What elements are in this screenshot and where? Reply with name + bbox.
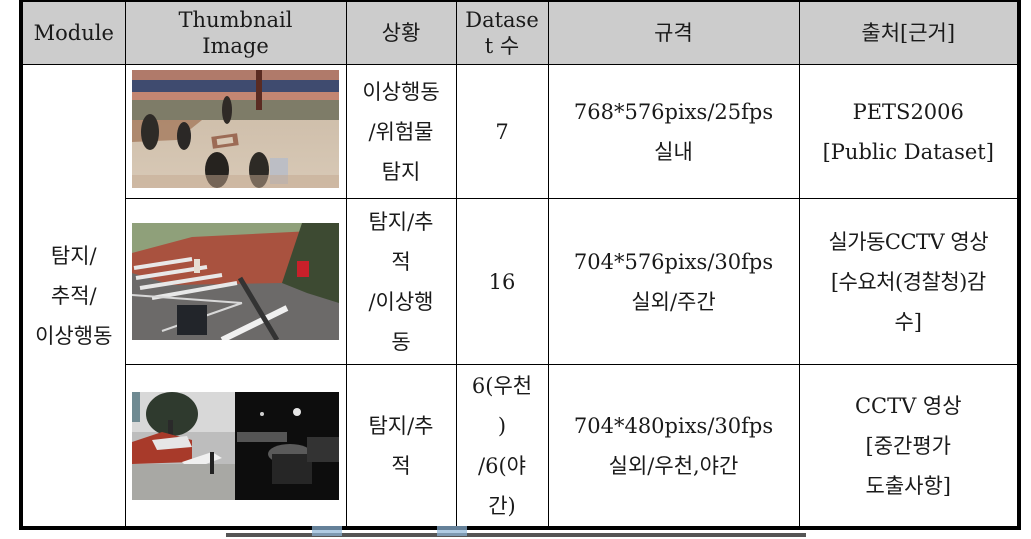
source-line: [Public Dataset] (822, 139, 994, 164)
dataset-count-line: ) (497, 413, 507, 438)
source-line: 수] (894, 309, 922, 334)
dataset-count-line: /6(야 (478, 453, 526, 478)
watermark-logo (437, 526, 467, 536)
header-module: Module (20, 0, 126, 65)
dataset-count-line: 6(우천 (471, 373, 533, 398)
source-cell: 실가동CCTV 영상 [수요처(경찰청)감 수] (798, 198, 1020, 365)
spec-line: 768*576pixs/25fps (573, 99, 774, 124)
source-cell: CCTV 영상 [중간평가 도출사항] (798, 364, 1020, 529)
dataset-count-line: 간) (488, 493, 516, 518)
situation-line: 동 (391, 329, 411, 354)
source-line: CCTV 영상 (854, 393, 962, 418)
situation-line: 탐지/추 (368, 209, 434, 234)
situation-line: 탐지 (381, 159, 421, 184)
source-line: [중간평가 (865, 433, 951, 458)
spec-line: 704*480pixs/30fps (573, 413, 774, 438)
thumbnail-cell (124, 198, 347, 365)
spec-line: 실내 (654, 139, 693, 164)
module-line-3: 이상행동 (35, 323, 113, 348)
header-dataset-line-2: t 수 (484, 34, 520, 58)
header-dataset-line-1: Datase (465, 8, 539, 32)
situation-line: 적 (391, 249, 411, 274)
thumbnail-cell (124, 64, 347, 199)
spec-line: 실외/우천,야간 (608, 453, 739, 478)
module-cell: 탐지/ 추적/ 이상행동 (20, 64, 126, 529)
header-thumbnail: Thumbnail Image (124, 0, 347, 65)
source-line: 실가동CCTV 영상 (828, 229, 989, 254)
dataset-table-container: Module Thumbnail Image 상황 Datase t 수 규격 … (19, 0, 1021, 537)
dataset-count-cell: 6(우천 ) /6(야 간) (455, 364, 549, 529)
spec-line: 704*576pixs/30fps (573, 249, 774, 274)
table-row: 탐지/ 추적/ 이상행동 이상행동 /위험물 탐지 7 768*576pixs/… (20, 64, 1020, 529)
indoor-lobby-pedestrians-image (132, 69, 339, 188)
header-source: 출처[근거] (798, 0, 1020, 65)
header-row: Module Thumbnail Image 상황 Datase t 수 규격 … (20, 0, 1020, 65)
header-thumbnail-line-2: Image (202, 34, 269, 58)
spec-cell: 704*576pixs/30fps 실외/주간 (547, 198, 800, 365)
watermark-logo (312, 526, 342, 536)
dataset-spec-table: Module Thumbnail Image 상황 Datase t 수 규격 … (19, 0, 1021, 530)
situation-line: 이상행동 (362, 79, 440, 104)
spec-cell: 704*480pixs/30fps 실외/우천,야간 (547, 364, 800, 529)
source-cell: PETS2006 [Public Dataset] (798, 64, 1020, 199)
situation-line: 적 (391, 453, 411, 478)
dataset-count-cell: 16 (455, 198, 549, 365)
situation-line: /위험물 (368, 119, 434, 144)
source-line: [수요처(경찰청)감 (830, 269, 986, 294)
header-situation: 상황 (345, 0, 457, 65)
table-row: 탐지/추 적 /이상행 동 16 704*576pixs/30fps 실외/주간 (21, 198, 1020, 365)
thumbnail-cell (124, 364, 347, 529)
source-line: 도출사항] (865, 473, 951, 498)
spec-line: 실외/주간 (631, 289, 716, 314)
module-line-2: 추적/ (50, 283, 97, 308)
situation-line: /이상행 (368, 289, 434, 314)
situation-line: 탐지/추 (368, 413, 434, 438)
module-line-1: 탐지/ (50, 243, 97, 268)
outdoor-crosswalk-daytime-image (132, 223, 339, 340)
spec-cell: 768*576pixs/25fps 실내 (547, 64, 800, 199)
situation-cell: 탐지/추 적 (345, 364, 457, 529)
situation-cell: 탐지/추 적 /이상행 동 (345, 198, 457, 365)
dataset-count-cell: 7 (455, 64, 549, 199)
outdoor-rain-night-split-image (132, 391, 339, 500)
header-spec: 규격 (547, 0, 800, 65)
source-line: PETS2006 (852, 99, 964, 124)
header-dataset-count: Datase t 수 (455, 0, 549, 65)
header-thumbnail-line-1: Thumbnail (178, 8, 293, 32)
situation-cell: 이상행동 /위험물 탐지 (345, 64, 457, 199)
table-row: 탐지/추 적 6(우천 ) /6(야 간) 704*480pixs/30fps (21, 364, 1020, 529)
